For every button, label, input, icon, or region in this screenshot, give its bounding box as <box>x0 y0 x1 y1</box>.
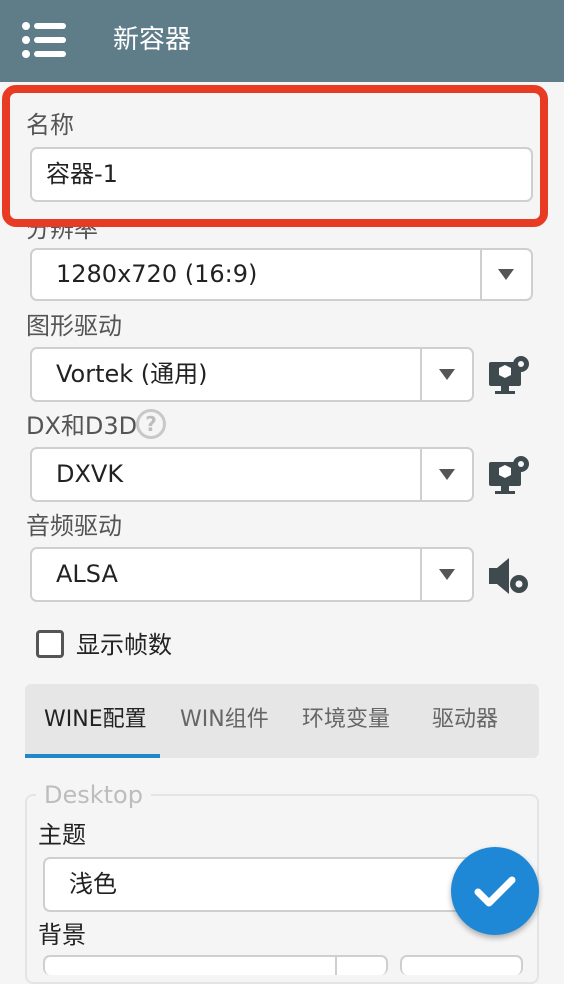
audio-label: 音频驱动 <box>26 512 122 540</box>
chevron-down-icon[interactable] <box>498 269 514 280</box>
dx-label: DX和D3D <box>26 412 138 440</box>
confirm-button[interactable] <box>451 847 539 935</box>
tab-env-vars[interactable]: 环境变量 <box>302 705 390 735</box>
tab-wine-config[interactable]: WINE配置 <box>44 705 147 735</box>
theme-value: 浅色 <box>69 870 117 898</box>
desktop-group-title: Desktop <box>36 780 151 810</box>
audio-driver-value: ALSA <box>56 560 118 588</box>
resolution-select[interactable]: 1280x720 (16:9) <box>30 248 533 301</box>
tab-bar: WINE配置 WIN组件 环境变量 驱动器 <box>25 684 539 758</box>
chevron-down-icon[interactable] <box>439 369 455 380</box>
chevron-down-icon[interactable] <box>439 469 455 480</box>
help-icon[interactable]: ? <box>136 409 166 439</box>
dropdown-divider <box>420 549 422 600</box>
app-bar: 新容器 <box>0 0 564 82</box>
show-fps-checkbox[interactable] <box>36 630 64 658</box>
background-color-picker[interactable] <box>400 955 523 975</box>
audio-driver-select[interactable]: ALSA <box>30 547 474 602</box>
tab-drives[interactable]: 驱动器 <box>432 705 498 735</box>
page-title: 新容器 <box>113 25 192 55</box>
dx-value: DXVK <box>56 460 124 488</box>
dropdown-divider <box>335 957 337 975</box>
dropdown-divider <box>420 349 422 400</box>
name-input[interactable]: 容器-1 <box>30 147 533 202</box>
graphics-driver-value: Vortek (通用) <box>56 360 208 388</box>
resolution-value: 1280x720 (16:9) <box>56 260 258 288</box>
theme-label: 主题 <box>38 821 86 849</box>
tab-win-components[interactable]: WIN组件 <box>180 705 269 735</box>
monitor-gear-icon[interactable] <box>487 454 531 498</box>
dropdown-divider <box>420 449 422 500</box>
active-tab-indicator <box>25 754 160 758</box>
menu-icon[interactable] <box>22 22 68 58</box>
chevron-down-icon[interactable] <box>439 569 455 580</box>
check-icon <box>474 876 516 907</box>
dx-select[interactable]: DXVK <box>30 447 474 502</box>
speaker-gear-icon[interactable] <box>487 554 531 598</box>
monitor-gear-icon[interactable] <box>487 354 531 398</box>
graphics-driver-select[interactable]: Vortek (通用) <box>30 347 474 402</box>
dropdown-divider <box>480 250 482 299</box>
name-label: 名称 <box>26 111 74 139</box>
show-fps-label: 显示帧数 <box>76 631 172 659</box>
background-label: 背景 <box>38 921 86 949</box>
background-select[interactable] <box>43 955 388 975</box>
graphics-label: 图形驱动 <box>26 312 122 340</box>
name-input-value: 容器-1 <box>46 160 118 188</box>
